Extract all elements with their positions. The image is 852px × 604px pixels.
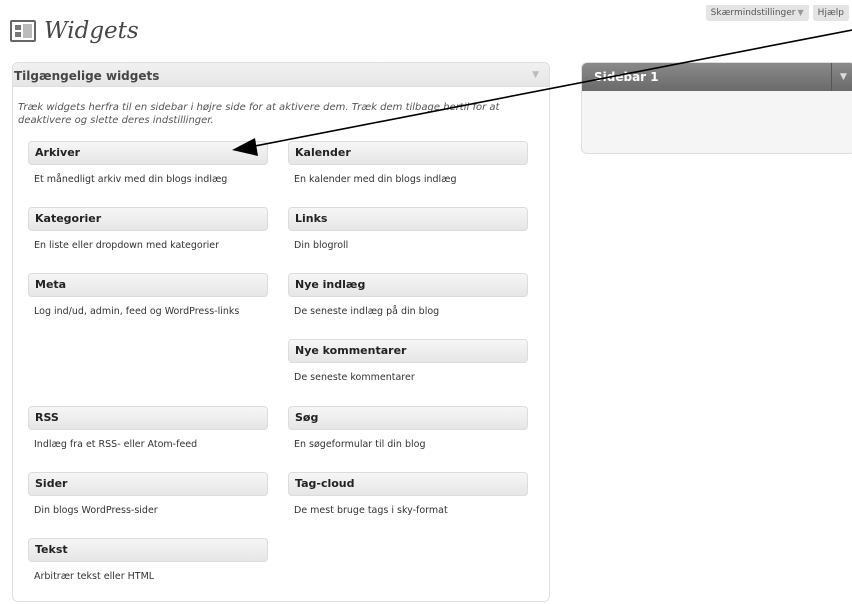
widget-description: De mest bruge tags i sky-format: [294, 505, 448, 516]
widget-arkiver[interactable]: Arkiver Et månedligt arkiv med din blogs…: [28, 141, 268, 186]
widget-kategorier[interactable]: Kategorier En liste eller dropdown med k…: [28, 207, 268, 252]
widget-description: De seneste kommentarer: [294, 372, 415, 383]
sidebar-1-header[interactable]: Sidebar 1 ▼: [582, 63, 852, 91]
widget-meta[interactable]: Meta Log ind/ud, admin, feed og WordPres…: [28, 273, 268, 318]
available-widgets-header[interactable]: Tilgængelige widgets ▼: [13, 63, 549, 87]
widget-title[interactable]: Kategorier: [28, 207, 268, 231]
sidebar-1-panel[interactable]: Sidebar 1 ▼: [581, 62, 852, 154]
available-widgets-title: Tilgængelige widgets: [14, 69, 160, 83]
widget-tag-cloud[interactable]: Tag-cloud De mest bruge tags i sky-forma…: [288, 472, 528, 517]
widget-rss[interactable]: RSS Indlæg fra et RSS- eller Atom-feed: [28, 406, 268, 451]
widget-description: De seneste indlæg på din blog: [294, 306, 440, 317]
widget-description: Arbitrær tekst eller HTML: [34, 571, 155, 582]
widget-description: Din blogs WordPress-sider: [34, 505, 158, 516]
page-header: Widgets: [10, 18, 139, 44]
available-widgets-panel: Tilgængelige widgets ▼ Træk widgets herf…: [12, 62, 550, 602]
widgets-icon: [10, 20, 36, 42]
widget-title[interactable]: Nye kommentarer: [288, 339, 528, 363]
help-button[interactable]: Hjælp: [812, 5, 849, 21]
widget-title[interactable]: Nye indlæg: [288, 273, 528, 297]
widget-sider[interactable]: Sider Din blogs WordPress-sider: [28, 472, 268, 517]
widget-links[interactable]: Links Din blogroll: [288, 207, 528, 252]
widget-description: Indlæg fra et RSS- eller Atom-feed: [34, 439, 198, 450]
screen-options-button[interactable]: Skærmindstillinger ▼: [705, 5, 809, 21]
widget-title[interactable]: Sider: [28, 472, 268, 496]
widget-title[interactable]: RSS: [28, 406, 268, 430]
widget-kalender[interactable]: Kalender En kalender med din blogs indlæ…: [288, 141, 528, 186]
screen-options-label: Skærmindstillinger: [710, 8, 796, 18]
available-widgets-description: Træk widgets herfra til en sidebar i høj…: [18, 102, 500, 126]
widget-title[interactable]: Søg: [288, 406, 528, 430]
widget-nye-indlaeg[interactable]: Nye indlæg De seneste indlæg på din blog: [288, 273, 528, 318]
widget-description: Din blogroll: [294, 240, 349, 251]
top-links: Skærmindstillinger ▼ Hjælp: [705, 5, 849, 21]
widget-description: En liste eller dropdown med kategorier: [34, 240, 219, 251]
widget-title[interactable]: Tag-cloud: [288, 472, 528, 496]
widget-title[interactable]: Tekst: [28, 538, 268, 562]
help-label: Hjælp: [817, 8, 844, 18]
widget-description: Log ind/ud, admin, feed og WordPress-lin…: [34, 306, 240, 317]
widget-title[interactable]: Links: [288, 207, 528, 231]
widget-tekst[interactable]: Tekst Arbitrær tekst eller HTML: [28, 538, 268, 583]
page-title: Widgets: [44, 18, 139, 44]
widget-sog[interactable]: Søg En søgeformular til din blog: [288, 406, 528, 451]
sidebar-1-title: Sidebar 1: [594, 70, 659, 84]
widget-description: Et månedligt arkiv med din blogs indlæg: [34, 174, 228, 185]
widget-title[interactable]: Meta: [28, 273, 268, 297]
triangle-down-icon[interactable]: ▼: [831, 63, 852, 91]
widget-nye-kommentarer[interactable]: Nye kommentarer De seneste kommentarer: [288, 339, 528, 384]
triangle-down-icon[interactable]: ▼: [532, 63, 539, 87]
widget-title[interactable]: Arkiver: [28, 141, 268, 165]
widget-description: En søgeformular til din blog: [294, 439, 426, 450]
chevron-down-icon: ▼: [797, 8, 804, 17]
widget-title[interactable]: Kalender: [288, 141, 528, 165]
widget-description: En kalender med din blogs indlæg: [294, 174, 457, 185]
